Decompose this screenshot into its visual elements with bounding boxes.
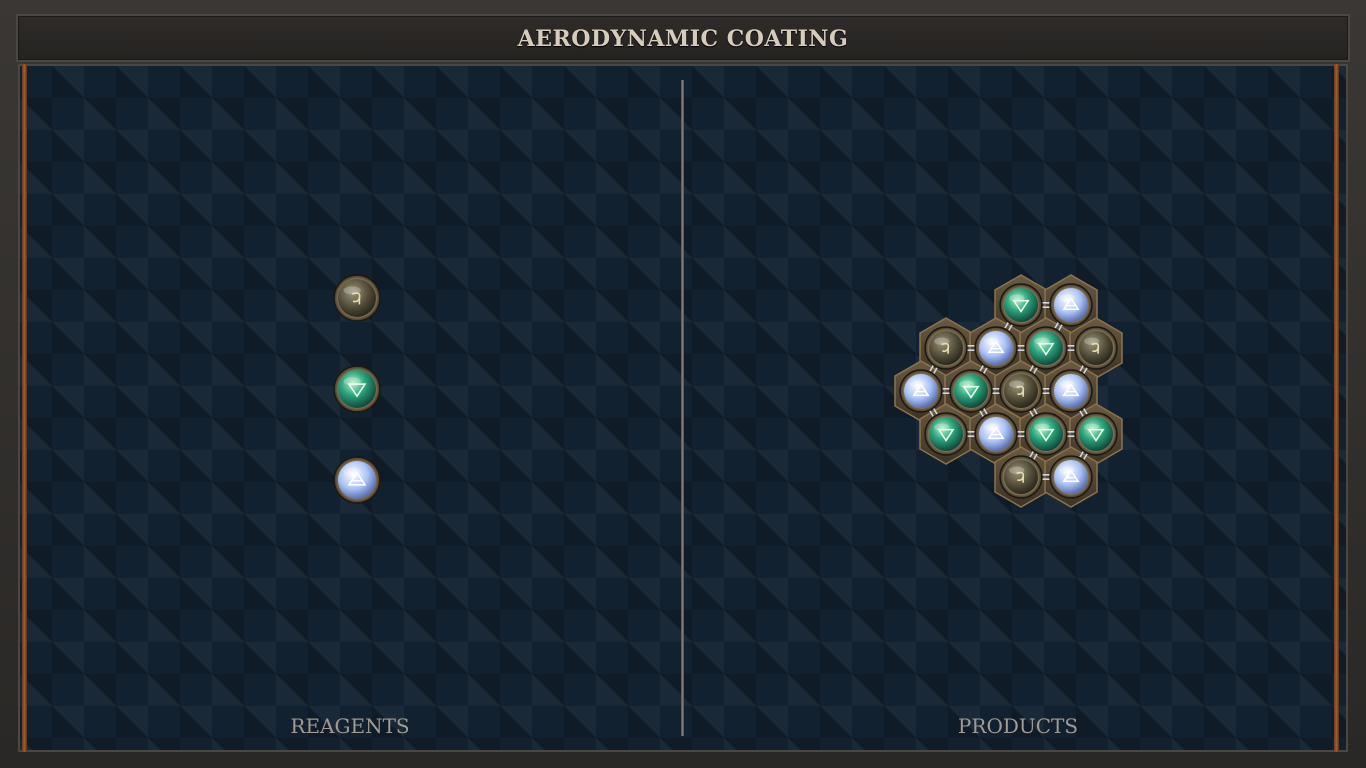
product-air-atom xyxy=(974,412,1018,456)
product-water-atom xyxy=(1024,412,1068,456)
product-water-atom xyxy=(924,412,968,456)
reagent-air-atom xyxy=(333,456,381,504)
product-air-atom xyxy=(1049,369,1093,413)
product-air-atom xyxy=(1049,283,1093,327)
product-salt-atom xyxy=(999,455,1043,499)
product-salt-atom xyxy=(1074,326,1118,370)
product-salt-atom xyxy=(999,369,1043,413)
product-water-atom xyxy=(999,283,1043,327)
product-air-atom xyxy=(1049,455,1093,499)
reagent-list xyxy=(333,274,381,504)
product-water-atom xyxy=(1074,412,1118,456)
product-air-atom xyxy=(899,369,943,413)
product-water-atom xyxy=(1024,326,1068,370)
product-air-atom xyxy=(974,326,1018,370)
reagent-salt-atom xyxy=(333,274,381,322)
product-water-atom xyxy=(949,369,993,413)
molecule-canvas xyxy=(333,274,1123,508)
reagent-water-atom xyxy=(333,365,381,413)
product-salt-atom xyxy=(924,326,968,370)
product-molecule xyxy=(899,283,1118,499)
